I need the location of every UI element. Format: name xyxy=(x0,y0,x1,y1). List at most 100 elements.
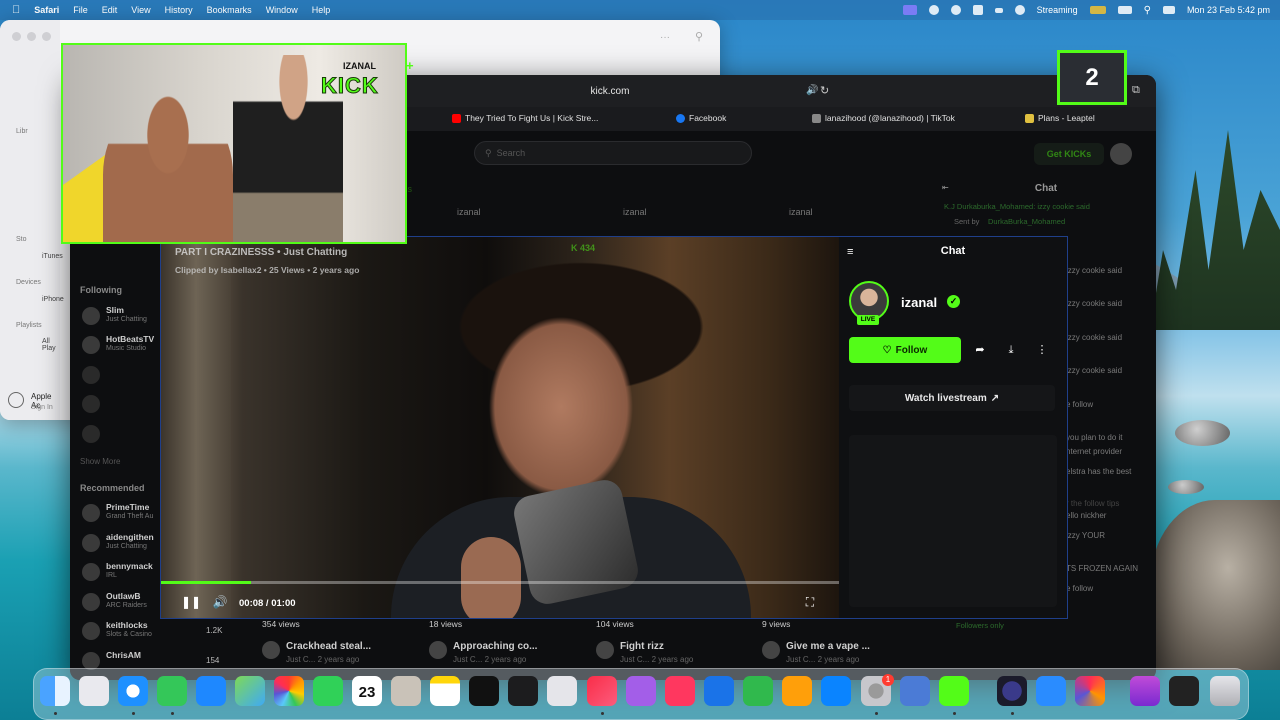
clip-card[interactable]: 354 views Crackhead steal... Just C... 2 y… xyxy=(256,615,406,675)
sidebar-channel[interactable]: keithlocks Slots & Casino 1.2K xyxy=(82,620,222,646)
webcam-overlay: IZANAL KICK xyxy=(61,43,407,244)
pages-icon[interactable] xyxy=(782,676,812,706)
wifi-icon[interactable] xyxy=(1117,6,1132,14)
channel-name[interactable]: izanal xyxy=(901,295,937,310)
clip-card[interactable]: 18 views Approaching co... Just C... 2 yea… xyxy=(423,615,573,675)
avatar[interactable] xyxy=(82,366,100,384)
kick-app-icon[interactable] xyxy=(939,676,969,706)
avatar xyxy=(82,534,100,552)
more-options-icon[interactable]: ⋮ xyxy=(1033,341,1051,359)
iphone-mirroring-icon[interactable] xyxy=(900,676,930,706)
close-window-button[interactable] xyxy=(12,32,21,41)
clip-card[interactable]: 9 views Give me a vape ... Just C... 2 yea… xyxy=(756,615,906,675)
favorite-item[interactable]: lanazihood (@lanazihood) | TikTok xyxy=(812,113,955,123)
search-icon[interactable]: ⚲ xyxy=(1144,5,1151,16)
photos-icon[interactable] xyxy=(274,676,304,706)
stage-manager-icon[interactable] xyxy=(902,5,917,15)
menu-edit[interactable]: Edit xyxy=(102,5,118,15)
streaming-status[interactable]: Streaming xyxy=(1037,5,1078,15)
battery-icon[interactable] xyxy=(1089,6,1106,14)
trash-icon[interactable] xyxy=(1210,676,1240,706)
mail-icon[interactable] xyxy=(196,676,226,706)
clip-modal[interactable]: PART I CRAZINESSS • Just Chatting Clippe… xyxy=(160,236,1068,619)
music-search-icon[interactable]: ⚲ xyxy=(695,30,703,43)
url-text[interactable]: kick.com xyxy=(591,86,630,97)
contacts-icon[interactable] xyxy=(391,676,421,706)
more-icon[interactable]: ··· xyxy=(660,32,670,43)
finder-icon[interactable] xyxy=(40,676,70,706)
numbers-icon[interactable] xyxy=(743,676,773,706)
watch-livestream-button[interactable]: Watch livestream ↗ xyxy=(849,385,1055,411)
user-avatar[interactable] xyxy=(1110,143,1132,165)
fullscreen-button[interactable]: ⛶ xyxy=(801,594,819,610)
tab-overview-icon[interactable]: ⧉ xyxy=(1132,84,1140,97)
menu-clock[interactable]: Mon 23 Feb 5:42 pm xyxy=(1187,5,1270,15)
video-player[interactable]: PART I CRAZINESSS • Just Chatting Clippe… xyxy=(161,237,839,618)
show-more-link[interactable]: Show More xyxy=(80,457,120,466)
menu-view[interactable]: View xyxy=(131,5,150,15)
capcut-icon[interactable] xyxy=(469,676,499,706)
quick-share-icon[interactable] xyxy=(1036,676,1066,706)
apple-tv-icon[interactable] xyxy=(508,676,538,706)
news-icon[interactable] xyxy=(665,676,695,706)
all-playlists-item[interactable]: All Play xyxy=(42,338,60,352)
kick-logo: KICK xyxy=(321,73,379,99)
safari-icon[interactable] xyxy=(118,676,148,706)
window-thumbnail-icon[interactable] xyxy=(1169,676,1199,706)
avatar[interactable] xyxy=(82,395,100,413)
clip-card[interactable]: 104 views Fight rizz Just C... 2 years ago xyxy=(590,615,740,675)
minimize-window-button[interactable] xyxy=(27,32,36,41)
counter-badge: 2 xyxy=(1057,50,1127,105)
favorite-item[interactable]: They Tried To Fight Us | Kick Stre... xyxy=(452,113,598,123)
avatar xyxy=(762,641,780,659)
maps-icon[interactable] xyxy=(235,676,265,706)
menu-window[interactable]: Window xyxy=(266,5,298,15)
music-icon[interactable] xyxy=(587,676,617,706)
keynote-icon[interactable] xyxy=(704,676,734,706)
control-center-icon[interactable] xyxy=(1162,6,1175,14)
apple-menu-icon[interactable]:  xyxy=(12,4,20,16)
play-icon[interactable] xyxy=(1014,5,1025,15)
get-kicks-button[interactable]: Get KICKs xyxy=(1034,143,1104,165)
favorite-item[interactable]: Facebook xyxy=(676,113,726,123)
pause-button[interactable]: ❚❚ xyxy=(181,594,201,610)
chat-message: izzy cookie said xyxy=(1066,266,1123,275)
avatar[interactable] xyxy=(82,425,100,443)
favorite-item[interactable]: Plans - Leaptel xyxy=(1025,113,1095,123)
search-input[interactable]: ⚲ Search xyxy=(474,141,752,165)
creative-cloud-app-icon[interactable] xyxy=(1075,676,1105,706)
itunes-store-item[interactable]: iTunes xyxy=(42,253,63,260)
finder-extension-icon[interactable] xyxy=(972,5,983,15)
download-icon[interactable]: ⤓ xyxy=(1002,341,1020,359)
app-store-icon[interactable] xyxy=(821,676,851,706)
messages-icon[interactable] xyxy=(157,676,187,706)
menu-help[interactable]: Help xyxy=(312,5,331,15)
facetime-icon[interactable] xyxy=(313,676,343,706)
chat-message: nternet provider xyxy=(1066,447,1123,456)
menu-bookmarks[interactable]: Bookmarks xyxy=(207,5,252,15)
creative-cloud-icon[interactable] xyxy=(928,5,939,15)
menu-history[interactable]: History xyxy=(165,5,193,15)
grammarly-icon[interactable] xyxy=(950,5,961,15)
zoom-window-button[interactable] xyxy=(42,32,51,41)
menu-extra-icon[interactable] xyxy=(994,7,1003,13)
launchpad-icon[interactable] xyxy=(79,676,109,706)
share-icon[interactable]: ➦ xyxy=(971,341,989,359)
follow-button[interactable]: ♡ Follow xyxy=(849,337,961,363)
reload-icon[interactable]: ↻ xyxy=(820,84,829,97)
podcasts-icon[interactable] xyxy=(626,676,656,706)
preview-icon[interactable] xyxy=(547,676,577,706)
calendar-icon[interactable]: 23 xyxy=(352,676,382,706)
notes-icon[interactable] xyxy=(430,676,460,706)
volume-button[interactable]: 🔊 xyxy=(211,594,229,610)
audio-playing-icon[interactable]: 🔊 xyxy=(806,85,818,96)
clip-views: 18 views xyxy=(429,619,463,629)
address-bar[interactable]: kick.com xyxy=(390,81,830,101)
menu-file[interactable]: File xyxy=(73,5,88,15)
device-iphone-item[interactable]: iPhone xyxy=(42,296,64,303)
folder-icon[interactable] xyxy=(1130,676,1160,706)
menu-app-name[interactable]: Safari xyxy=(34,5,59,15)
obs-icon[interactable] xyxy=(997,676,1027,706)
account-avatar-icon[interactable] xyxy=(8,392,24,408)
sign-in-link[interactable]: Sign In xyxy=(31,404,53,411)
